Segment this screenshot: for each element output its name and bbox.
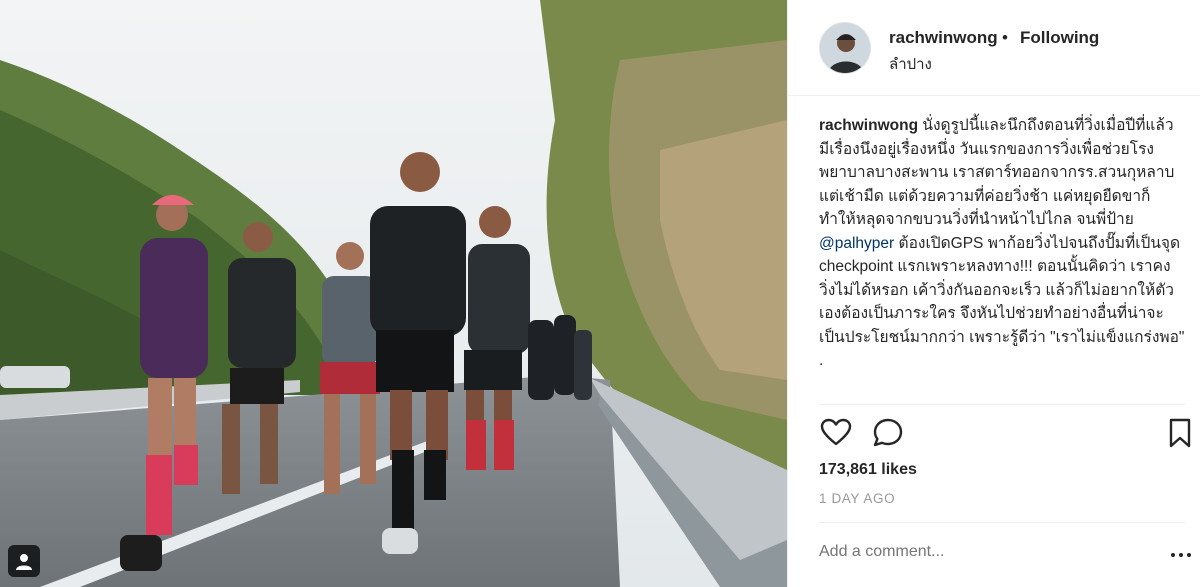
runners-road-photo (0, 0, 787, 587)
comment-input[interactable] (819, 543, 1119, 561)
caption-text-after-mention: ต้องเปิดGPS พาก้อยวิ่งไปจนถึงปั๊มที่เป็น… (819, 234, 1185, 370)
post-header: rachwinwong • Following ลำปาง (788, 0, 1200, 96)
caption-username[interactable]: rachwinwong (819, 117, 918, 134)
more-options-icon[interactable] (1169, 545, 1193, 565)
divider (819, 522, 1185, 523)
action-bar (819, 416, 1191, 450)
bookmark-icon[interactable] (1163, 416, 1197, 450)
caption-mention-link[interactable]: @palhyper (819, 235, 894, 252)
likes-count[interactable]: 173,861 likes (819, 461, 917, 479)
post-username[interactable]: rachwinwong (889, 28, 998, 48)
post-caption: rachwinwong นั่งดูรูปนี้และนึกถึงตอนที่ว… (819, 114, 1185, 373)
post-timestamp[interactable]: 1 DAY AGO (819, 491, 895, 506)
avatar[interactable] (819, 22, 871, 74)
post-sidebar: rachwinwong • Following ลำปาง rachwinwon… (787, 0, 1200, 587)
user-tag-icon[interactable] (8, 545, 40, 577)
header-separator: • (1002, 28, 1008, 47)
divider (819, 404, 1185, 405)
following-button[interactable]: Following (1020, 28, 1099, 48)
post-photo[interactable] (0, 0, 787, 587)
comment-bubble-icon[interactable] (871, 416, 905, 450)
post-location[interactable]: ลำปาง (889, 52, 932, 76)
heart-icon[interactable] (819, 416, 853, 450)
